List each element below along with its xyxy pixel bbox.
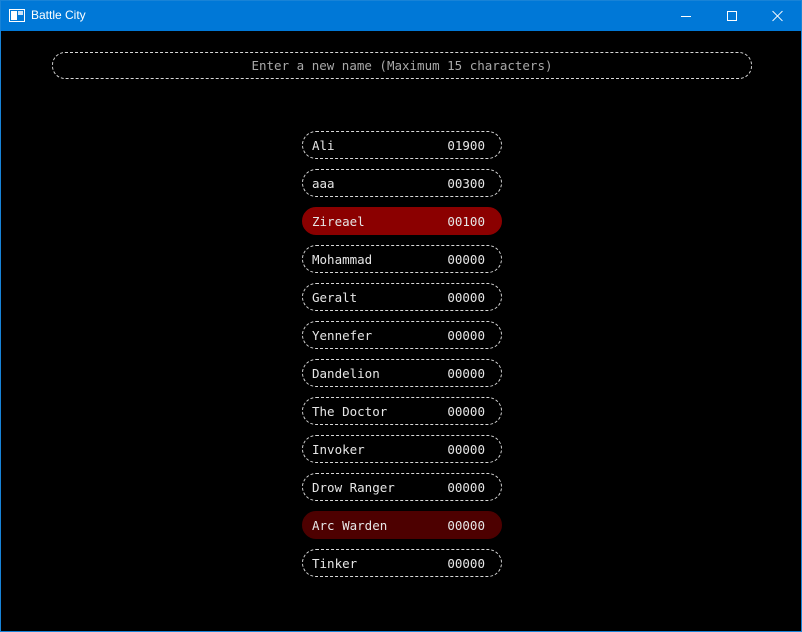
player-name: Arc Warden (312, 518, 388, 533)
minimize-icon (681, 15, 691, 17)
window-title: Battle City (31, 8, 86, 22)
player-score: 00100 (447, 214, 485, 229)
new-name-input[interactable] (52, 52, 752, 79)
player-name: The Doctor (312, 404, 388, 419)
title-bar[interactable]: Battle City (1, 1, 801, 31)
player-name: Invoker (312, 442, 365, 457)
player-score: 00000 (447, 404, 485, 419)
leaderboard-row[interactable]: Yennefer 00000 (302, 321, 502, 349)
player-score: 00000 (447, 556, 485, 571)
leaderboard-row[interactable]: Dandelion 00000 (302, 359, 502, 387)
player-name: Dandelion (312, 366, 380, 381)
player-score: 00000 (447, 328, 485, 343)
leaderboard-row[interactable]: Zireael 00100 (302, 207, 502, 235)
player-score: 00000 (447, 518, 485, 533)
player-score: 00000 (447, 290, 485, 305)
leaderboard-row[interactable]: Arc Warden 00000 (302, 511, 502, 539)
leaderboard-row[interactable]: Invoker 00000 (302, 435, 502, 463)
player-name: Mohammad (312, 252, 373, 267)
minimize-button[interactable] (663, 1, 709, 31)
player-score: 00000 (447, 252, 485, 267)
player-name: Zireael (312, 214, 365, 229)
player-score: 00300 (447, 176, 485, 191)
leaderboard-row[interactable]: Ali 01900 (302, 131, 502, 159)
player-name: aaa (312, 176, 335, 191)
leaderboard-row[interactable]: The Doctor 00000 (302, 397, 502, 425)
player-score: 00000 (447, 480, 485, 495)
close-icon (772, 10, 784, 22)
leaderboard-row[interactable]: Drow Ranger 00000 (302, 473, 502, 501)
leaderboard-row[interactable]: Geralt 00000 (302, 283, 502, 311)
player-score: 00000 (447, 442, 485, 457)
leaderboard-row[interactable]: aaa 00300 (302, 169, 502, 197)
player-score: 00000 (447, 366, 485, 381)
player-name: Ali (312, 138, 335, 153)
player-name: Yennefer (312, 328, 373, 343)
app-window: Battle City Ali 01900 aaa 00300 Zireael 00100… (0, 0, 802, 632)
close-button[interactable] (755, 1, 801, 31)
player-score: 01900 (447, 138, 485, 153)
leaderboard-row[interactable]: Mohammad 00000 (302, 245, 502, 273)
player-name: Drow Ranger (312, 480, 395, 495)
player-name: Geralt (312, 290, 358, 305)
game-screen: Ali 01900 aaa 00300 Zireael 00100 Mohammad 0000… (1, 31, 801, 631)
maximize-icon (727, 11, 737, 21)
leaderboard-row[interactable]: Tinker 00000 (302, 549, 502, 577)
maximize-button[interactable] (709, 1, 755, 31)
window-app-icon (9, 9, 25, 22)
player-name: Tinker (312, 556, 358, 571)
